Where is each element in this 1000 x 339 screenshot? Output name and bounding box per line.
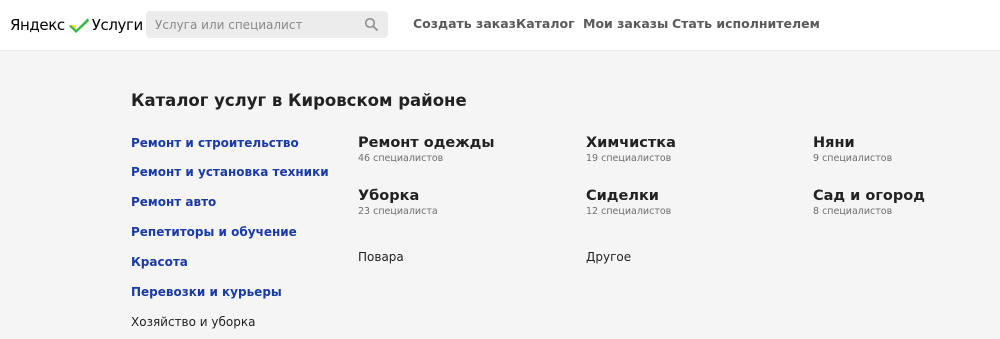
specialist-count: 46 специалистов	[358, 153, 444, 164]
sidebar-item-repair-construction[interactable]: Ремонт и строительство	[131, 135, 299, 151]
sidebar-item-household-cleaning[interactable]: Хозяйство и уборка	[131, 314, 255, 330]
sidebar-item-appliance-repair[interactable]: Ремонт и установка техники	[131, 164, 329, 180]
specialist-count: 19 специалистов	[586, 153, 672, 164]
search-box	[146, 11, 388, 38]
category-card: Химчистка 19 специалистов	[586, 134, 676, 165]
category-title[interactable]: Ремонт одежды	[358, 134, 495, 152]
category-link-other[interactable]: Другое	[586, 249, 631, 265]
logo-services-text: Услуги	[91, 16, 143, 34]
logo-yandex-text: Яндекс	[10, 16, 65, 34]
page-title: Каталог услуг в Кировском районе	[131, 91, 467, 110]
sidebar-item-tutors[interactable]: Репетиторы и обучение	[131, 224, 297, 240]
sidebar-item-auto-repair[interactable]: Ремонт авто	[131, 194, 216, 210]
sidebar-item-transport-couriers[interactable]: Перевозки и курьеры	[131, 284, 282, 300]
nav-become-performer[interactable]: Стать исполнителем	[672, 16, 820, 32]
nav-catalog[interactable]: Каталог	[516, 16, 575, 32]
logo[interactable]: Яндекс Услуги	[10, 14, 143, 36]
category-title[interactable]: Няни	[813, 134, 892, 152]
category-card: Сиделки 12 специалистов	[586, 187, 671, 218]
nav-my-orders[interactable]: Мои заказы	[583, 16, 668, 32]
category-card: Ремонт одежды 46 специалистов	[358, 134, 495, 165]
category-title[interactable]: Химчистка	[586, 134, 676, 152]
category-title[interactable]: Уборка	[358, 187, 438, 205]
category-title[interactable]: Сад и огород	[813, 187, 925, 205]
search-input[interactable]	[155, 11, 355, 38]
specialist-count: 12 специалистов	[586, 206, 672, 217]
specialist-count: 9 специалистов	[813, 153, 893, 164]
header: Яндекс Услуги Создать заказ Каталог Мои …	[0, 0, 1000, 51]
checkmark-logo-icon	[68, 18, 89, 33]
category-card: Няни 9 специалистов	[813, 134, 892, 165]
search-icon[interactable]	[364, 17, 378, 31]
specialist-count: 23 специалиста	[358, 206, 438, 217]
category-card: Уборка 23 специалиста	[358, 187, 438, 218]
category-link-cooks[interactable]: Повара	[358, 249, 404, 265]
category-title[interactable]: Сиделки	[586, 187, 671, 205]
sidebar-item-beauty[interactable]: Красота	[131, 254, 188, 270]
specialist-count: 8 специалистов	[813, 206, 893, 217]
category-card: Сад и огород 8 специалистов	[813, 187, 925, 218]
nav-create-order[interactable]: Создать заказ	[413, 16, 516, 32]
